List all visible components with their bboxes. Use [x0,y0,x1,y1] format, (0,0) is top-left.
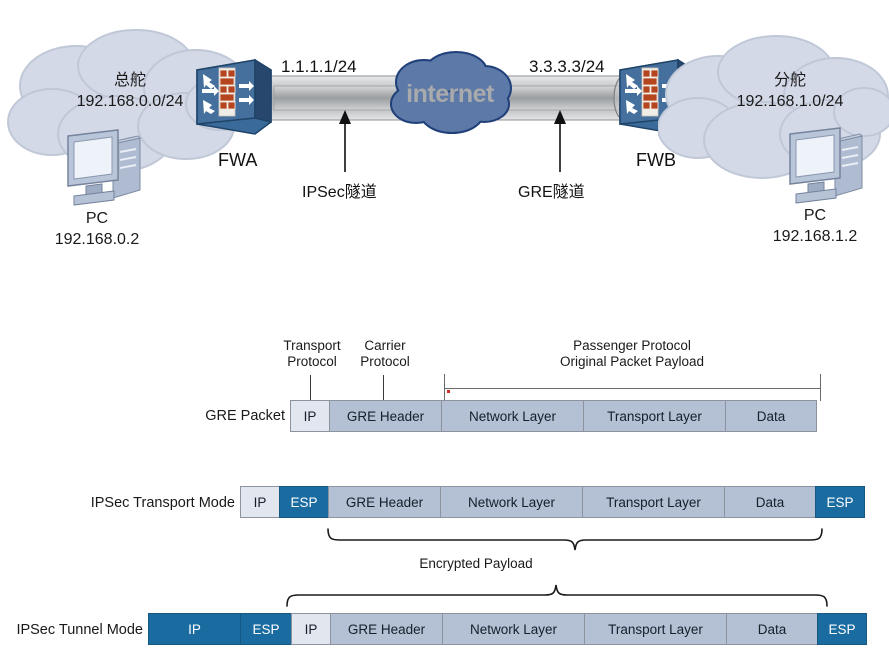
packet-cell: IP [290,400,330,432]
passenger-protocol-annotation: Passenger Protocol Original Packet Paylo… [512,338,752,370]
packet-structure-diagram: Transport Protocol Carrier Protocol Pass… [0,0,889,661]
carrier-protocol-leader [383,375,384,400]
packet-cell: ESP [817,613,867,645]
packet-cell: ESP [815,486,865,518]
packet-cell: Data [725,400,817,432]
gre-packet-row: IP GRE Header Network Layer Transport Layer… [290,400,817,432]
packet-cell: Data [724,486,816,518]
transport-protocol-leader [310,375,311,400]
transport-protocol-line1: Transport [283,338,341,353]
gre-packet-row-label: GRE Packet [205,408,285,424]
packet-cell: IP [148,613,241,645]
passenger-line2: Original Packet Payload [559,354,705,369]
diagram-canvas: 总舵 192.168.0.0/24 PC 192.168.0.2 interne… [0,0,889,661]
packet-cell: ESP [279,486,329,518]
packet-cell: Network Layer [441,400,584,432]
ipsec-tunnel-row-label: IPSec Tunnel Mode [16,622,143,638]
packet-cell: IP [240,486,280,518]
payload-span-marker [447,390,450,393]
ipsec-transport-row: IP ESP GRE Header Network Layer Transport La… [240,486,865,518]
packet-cell: GRE Header [330,613,443,645]
packet-cell: Transport Layer [584,613,727,645]
carrier-protocol-line1: Carrier [364,338,406,353]
carrier-protocol-annotation: Carrier Protocol [345,338,425,370]
packet-cell: IP [291,613,331,645]
packet-cell: Network Layer [440,486,583,518]
transport-protocol-annotation: Transport Protocol [272,338,352,370]
packet-cell: Transport Layer [583,400,726,432]
packet-cell: GRE Header [328,486,441,518]
encrypted-payload-brace [327,528,823,551]
passenger-line1: Passenger Protocol [573,338,691,353]
packet-cell: Network Layer [442,613,585,645]
packet-cell: Data [726,613,818,645]
ipsec-tunnel-row: IP ESP IP GRE Header Network Layer Transport … [148,613,867,645]
tunnel-mode-brace [286,584,828,607]
packet-cell: Transport Layer [582,486,725,518]
carrier-protocol-line2: Protocol [360,354,410,369]
packet-cell: GRE Header [329,400,442,432]
ipsec-transport-row-label: IPSec Transport Mode [90,495,235,511]
transport-protocol-line2: Protocol [287,354,337,369]
packet-cell: ESP [240,613,292,645]
payload-span-line [444,388,821,389]
encrypted-payload-label: Encrypted Payload [419,556,533,571]
